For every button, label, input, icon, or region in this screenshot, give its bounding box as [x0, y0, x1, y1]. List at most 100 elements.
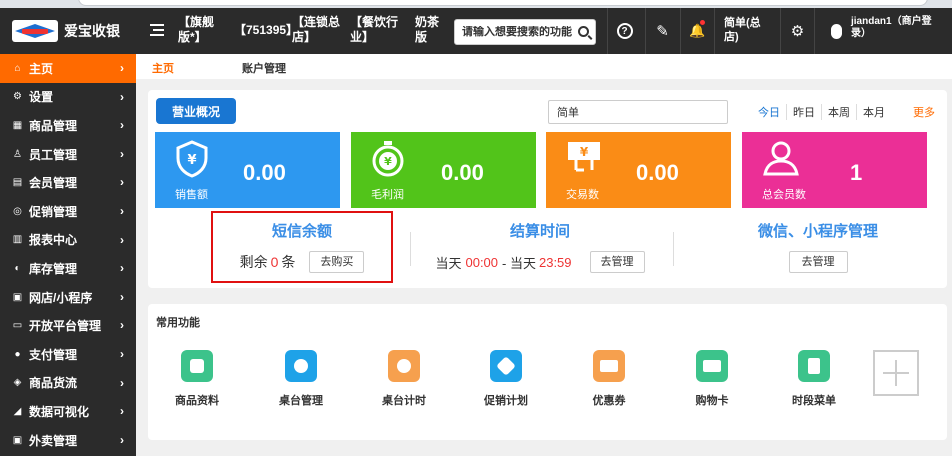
- highlight-box: [211, 211, 393, 283]
- tag-version: 奶茶版: [415, 15, 440, 44]
- flow-icon: ◈: [13, 377, 22, 389]
- stat-members[interactable]: 1 总会员数: [742, 132, 927, 208]
- gear-icon: ⚙: [13, 91, 22, 103]
- wechat-management: 微信、小程序管理 去管理: [713, 220, 923, 273]
- delivery-icon: ▣: [12, 434, 23, 446]
- overview-card: 营业概况 简单 今日 昨日 本周 本月 更多 ¥ 0.00 销售额 ¥ 0.00…: [148, 90, 947, 288]
- address-bar[interactable]: [78, 0, 928, 6]
- period-today[interactable]: 今日: [752, 104, 786, 120]
- function-shopping-card[interactable]: 购物卡: [672, 350, 752, 408]
- home-icon: ⌂: [14, 62, 21, 74]
- promo-icon: ◎: [13, 205, 22, 217]
- chevron-right-icon: ›: [120, 404, 124, 419]
- svg-text:¥: ¥: [384, 155, 392, 168]
- sidebar-item-staff[interactable]: ♙ 员工管理 ›: [0, 140, 136, 169]
- bell-icon[interactable]: 🔔: [680, 8, 714, 54]
- sidebar: ⌂ 主页 › ⚙ 设置 › ▦ 商品管理 › ♙ 员工管理 › ▤ 会员管理 › ◎ 促销管理 › ▥ 报…: [0, 54, 136, 456]
- chevron-right-icon: ›: [120, 289, 124, 304]
- help-icon[interactable]: ?: [607, 8, 641, 54]
- period-week[interactable]: 本周: [821, 104, 856, 120]
- top-bar: 爱宝收银 【旗舰版*】 【751395】 【连锁总店】 【餐饮行业】 奶茶版 ?…: [0, 8, 952, 54]
- browser-chrome: [0, 0, 952, 8]
- menu-toggle-icon[interactable]: [150, 24, 164, 36]
- stat-sales[interactable]: ¥ 0.00 销售额: [155, 132, 340, 208]
- common-functions-title: 常用功能: [156, 317, 200, 329]
- notification-dot: [700, 20, 705, 25]
- sidebar-item-reports[interactable]: ▥ 报表中心 ›: [0, 226, 136, 255]
- tab-bar: 主页 账户管理: [136, 54, 952, 79]
- chart-icon: ▥: [12, 234, 23, 246]
- function-product-info[interactable]: 商品资料: [157, 350, 237, 408]
- tag-store-type: 【连锁总店】: [292, 15, 341, 44]
- app-name: 爱宝收银: [64, 23, 120, 39]
- sidebar-item-promotions[interactable]: ◎ 促销管理 ›: [0, 197, 136, 226]
- table-icon: [285, 350, 317, 382]
- sidebar-item-home[interactable]: ⌂ 主页 ›: [0, 54, 136, 83]
- chevron-right-icon: ›: [120, 346, 124, 361]
- sidebar-item-open-platform[interactable]: ▭ 开放平台管理 ›: [0, 311, 136, 340]
- function-time-menu[interactable]: 时段菜单: [774, 350, 854, 408]
- function-promotion-plan[interactable]: 促销计划: [466, 350, 546, 408]
- edit-icon[interactable]: ✎: [645, 8, 679, 54]
- clock-icon: [388, 350, 420, 382]
- manage-settle-button[interactable]: 去管理: [589, 251, 645, 273]
- sidebar-item-goods-flow[interactable]: ◈ 商品货流 ›: [0, 369, 136, 398]
- payment-yen-icon: ¥: [568, 142, 600, 172]
- sidebar-item-online-shop[interactable]: ▣ 网店/小程序 ›: [0, 283, 136, 312]
- user-label[interactable]: jiandan1（商户登录）: [851, 16, 943, 40]
- staff-icon: ♙: [13, 148, 22, 160]
- user-icon: [763, 141, 799, 176]
- tag-industry: 【餐饮行业】: [350, 15, 399, 44]
- add-function-icon[interactable]: [873, 350, 919, 396]
- period-month[interactable]: 本月: [856, 104, 891, 120]
- sidebar-item-delivery[interactable]: ▣ 外卖管理 ›: [0, 426, 136, 455]
- common-functions-card: 常用功能 商品资料 桌台管理 桌台计时 促销计划 优惠券 购物卡 时段菜单: [148, 304, 947, 440]
- chevron-right-icon: ›: [120, 146, 124, 161]
- stat-profit[interactable]: ¥ 0.00 毛利润: [351, 132, 536, 208]
- sidebar-item-products[interactable]: ▦ 商品管理 ›: [0, 111, 136, 140]
- sidebar-item-members[interactable]: ▤ 会员管理 ›: [0, 168, 136, 197]
- divider: [410, 232, 411, 266]
- manage-wechat-button[interactable]: 去管理: [788, 251, 848, 273]
- settings-icon[interactable]: ⚙: [780, 8, 814, 54]
- store-select[interactable]: 简单: [548, 100, 728, 124]
- chevron-right-icon: ›: [120, 261, 124, 276]
- sidebar-item-settings[interactable]: ⚙ 设置 ›: [0, 83, 136, 112]
- store-label[interactable]: 简单(总店): [724, 16, 768, 44]
- chevron-right-icon: ›: [120, 61, 124, 75]
- chevron-right-icon: ›: [120, 375, 124, 390]
- app-logo[interactable]: 爱宝收银: [12, 20, 120, 42]
- shield-yen-icon: ¥: [176, 140, 208, 178]
- search-icon[interactable]: [578, 26, 589, 37]
- settle-end: 23:59: [538, 254, 572, 270]
- logo-icon: [12, 20, 58, 42]
- chevron-right-icon: ›: [120, 318, 124, 333]
- bag-icon: [181, 350, 213, 382]
- sidebar-item-payment[interactable]: ● 支付管理 ›: [0, 340, 136, 369]
- sidebar-item-inventory[interactable]: ◐ 库存管理 ›: [0, 254, 136, 283]
- function-table-timer[interactable]: 桌台计时: [364, 350, 444, 408]
- business-overview-button[interactable]: 营业概况: [156, 98, 236, 124]
- tab-account[interactable]: 账户管理: [242, 60, 286, 76]
- period-yesterday[interactable]: 昨日: [786, 104, 821, 120]
- chevron-right-icon: ›: [120, 203, 124, 218]
- tag-account-id: 【751395】: [234, 23, 299, 37]
- svg-text:¥: ¥: [187, 153, 196, 168]
- document-icon: [798, 350, 830, 382]
- card-icon: [696, 350, 728, 382]
- tab-home[interactable]: 主页: [152, 60, 174, 76]
- avatar: [831, 24, 842, 39]
- search-input[interactable]: [462, 26, 574, 38]
- main-content: 主页 账户管理 营业概况 简单 今日 昨日 本周 本月 更多 ¥ 0.00 销售…: [136, 54, 952, 456]
- function-table-management[interactable]: 桌台管理: [261, 350, 341, 408]
- stat-transactions[interactable]: ¥ 0.00 交易数: [546, 132, 731, 208]
- period-filter: 今日 昨日 本周 本月: [752, 104, 891, 120]
- chevron-right-icon: ›: [120, 118, 124, 133]
- more-link[interactable]: 更多: [913, 104, 935, 120]
- visual-icon: ◢: [13, 405, 22, 417]
- coupon-icon: [593, 350, 625, 382]
- search-box[interactable]: [454, 19, 596, 45]
- sidebar-item-data-visual[interactable]: ◢ 数据可视化 ›: [0, 397, 136, 426]
- settlement-time: 结算时间 当天 00:00 - 当天 23:59 去管理: [420, 220, 660, 273]
- function-coupon[interactable]: 优惠券: [569, 350, 649, 408]
